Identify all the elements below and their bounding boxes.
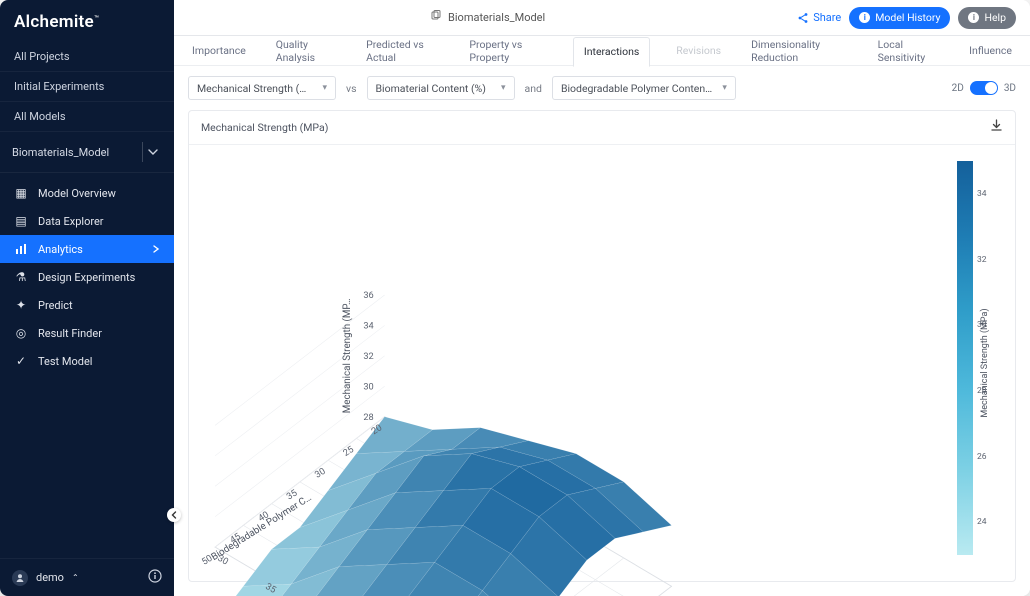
chart-panel-header: Mechanical Strength (MPa) xyxy=(189,111,1015,145)
model-history-label: Model History xyxy=(875,11,940,24)
chart-title: Mechanical Strength (MPa) xyxy=(201,121,328,134)
collapse-sidebar-button[interactable] xyxy=(167,508,181,522)
svg-text:36: 36 xyxy=(363,290,373,301)
view-toggle-switch[interactable] xyxy=(970,81,998,95)
sidebar-item-analytics[interactable]: Analytics xyxy=(0,235,174,263)
model-history-button[interactable]: i Model History xyxy=(849,7,950,29)
chevron-down-icon xyxy=(142,142,162,162)
tab-influence[interactable]: Influence xyxy=(965,36,1016,66)
chevron-down-icon: ▾ xyxy=(501,83,506,93)
model-sub-nav: ▦ Model Overview ▤ Data Explorer Analyti… xyxy=(0,173,174,375)
sidebar: Alchemite™ All Projects Initial Experime… xyxy=(0,0,174,596)
share-icon xyxy=(797,12,809,24)
tab-local-sensitivity[interactable]: Local Sensitivity xyxy=(874,36,944,66)
colorbar-gradient xyxy=(957,161,973,555)
sidebar-item-label: Result Finder xyxy=(38,327,102,340)
sidebar-item-label: Model Overview xyxy=(38,187,116,200)
svg-text:30: 30 xyxy=(363,382,373,393)
share-label: Share xyxy=(813,11,841,24)
select-value: Biomaterial Content (%) xyxy=(376,82,486,95)
view-toggle: 2D 3D xyxy=(952,81,1016,95)
info-dot-icon: i xyxy=(859,12,870,23)
chart-area[interactable]: 2830323436Mechanical Strength (MP…303540… xyxy=(189,145,1015,581)
sidebar-item-label: Test Model xyxy=(38,355,92,368)
nav-all-models[interactable]: All Models xyxy=(0,102,174,131)
surface-plot: 2830323436Mechanical Strength (MP…303540… xyxy=(189,145,1015,596)
tab-predicted-vs-actual[interactable]: Predicted vs Actual xyxy=(362,36,443,66)
info-dot-icon: i xyxy=(968,12,979,23)
breadcrumb-label: Biomaterials_Model xyxy=(448,11,545,24)
x-axis-select[interactable]: Biomaterial Content (%) ▾ xyxy=(367,76,515,100)
bars-icon xyxy=(14,242,28,256)
sidebar-item-label: Predict xyxy=(38,299,73,312)
chevron-down-icon: ▾ xyxy=(722,83,727,93)
sidebar-item-label: Design Experiments xyxy=(38,271,135,284)
sidebar-footer: demo ⌃ xyxy=(0,558,174,596)
nav-all-projects[interactable]: All Projects xyxy=(0,42,174,71)
download-icon[interactable] xyxy=(990,119,1003,136)
chevron-right-icon xyxy=(152,243,160,256)
colorbar-label: Mechanical Strength (MPa) xyxy=(980,308,990,417)
select-value: Biodegradable Polymer Content ( xyxy=(561,82,712,95)
tab-dimensionality-reduction[interactable]: Dimensionality Reduction xyxy=(747,36,852,66)
layers-icon: ▦ xyxy=(14,186,28,200)
model-selector-label: Biomaterials_Model xyxy=(12,146,109,159)
app-window: Alchemite™ All Projects Initial Experime… xyxy=(0,0,1030,596)
sidebar-item-design-experiments[interactable]: ⚗ Design Experiments xyxy=(0,263,174,291)
user-menu[interactable]: demo ⌃ xyxy=(12,570,79,586)
vs-label: vs xyxy=(344,82,359,95)
analytics-tabs: Importance Quality Analysis Predicted vs… xyxy=(174,36,1030,66)
model-selector[interactable]: Biomaterials_Model xyxy=(0,132,174,173)
main-content: Biomaterials_Model Share i Model History… xyxy=(174,0,1030,596)
top-actions: Share i Model History i Help xyxy=(797,7,1016,29)
trademark: ™ xyxy=(94,14,99,23)
tab-revisions: Revisions xyxy=(672,36,725,66)
sidebar-item-label: Data Explorer xyxy=(38,215,104,228)
controls-row: Mechanical Strength (MPa) ▾ vs Biomateri… xyxy=(174,66,1030,110)
help-button[interactable]: i Help xyxy=(958,7,1016,29)
help-label: Help xyxy=(984,11,1006,24)
sidebar-item-predict[interactable]: ✦ Predict xyxy=(0,291,174,319)
brand-text: Alchemite xyxy=(14,12,94,32)
z-axis-select[interactable]: Mechanical Strength (MPa) ▾ xyxy=(188,76,336,100)
crosshair-icon: ◎ xyxy=(14,326,28,340)
svg-text:Mechanical Strength (MP…: Mechanical Strength (MP… xyxy=(342,298,353,413)
target-icon: ✦ xyxy=(14,298,28,312)
y-axis-select[interactable]: Biodegradable Polymer Content ( ▾ xyxy=(552,76,736,100)
top-bar: Biomaterials_Model Share i Model History… xyxy=(174,0,1030,36)
flask-icon: ⚗ xyxy=(14,270,28,284)
sidebar-item-label: Analytics xyxy=(38,243,83,256)
sidebar-item-test-model[interactable]: ✓ Test Model xyxy=(0,347,174,375)
tab-importance[interactable]: Importance xyxy=(188,36,250,66)
info-icon[interactable] xyxy=(148,569,162,586)
sidebar-item-result-finder[interactable]: ◎ Result Finder xyxy=(0,319,174,347)
colorbar: 242628303234 Mechanical Strength (MPa) xyxy=(957,161,991,555)
sidebar-item-data-explorer[interactable]: ▤ Data Explorer xyxy=(0,207,174,235)
tab-property-vs-property[interactable]: Property vs Property xyxy=(465,36,550,66)
tab-quality-analysis[interactable]: Quality Analysis xyxy=(272,36,340,66)
chevron-up-icon: ⌃ xyxy=(72,573,79,582)
tab-interactions[interactable]: Interactions xyxy=(573,37,650,67)
toggle-2d-label: 2D xyxy=(952,83,964,94)
and-label: and xyxy=(523,82,544,95)
breadcrumb: Biomaterials_Model xyxy=(188,10,787,25)
toggle-3d-label: 3D xyxy=(1004,83,1016,94)
avatar-icon xyxy=(12,570,28,586)
share-button[interactable]: Share xyxy=(797,11,841,24)
nav-initial-experiments[interactable]: Initial Experiments xyxy=(0,72,174,101)
sidebar-item-model-overview[interactable]: ▦ Model Overview xyxy=(0,179,174,207)
check-icon: ✓ xyxy=(14,354,28,368)
copy-icon[interactable] xyxy=(430,10,442,25)
chart-panel: Mechanical Strength (MPa) 28 30 32 34 36 Mech… xyxy=(188,110,1016,582)
svg-text:34: 34 xyxy=(363,321,373,332)
svg-text:32: 32 xyxy=(363,351,373,362)
brand-logo: Alchemite™ xyxy=(0,0,174,42)
chevron-down-icon: ▾ xyxy=(322,83,327,93)
svg-text:28: 28 xyxy=(363,412,373,423)
user-name: demo xyxy=(36,571,64,584)
svg-text:25: 25 xyxy=(341,444,356,459)
table-icon: ▤ xyxy=(14,214,28,228)
select-value: Mechanical Strength (MPa) xyxy=(197,82,312,95)
svg-text:30: 30 xyxy=(313,466,328,481)
